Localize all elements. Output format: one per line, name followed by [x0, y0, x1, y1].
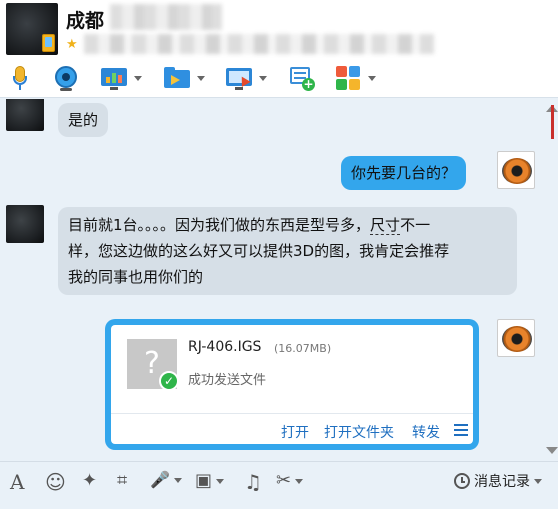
- video-call-button[interactable]: [52, 62, 80, 94]
- chevron-down-icon[interactable]: [259, 75, 267, 81]
- music-icon[interactable]: ♫: [244, 470, 262, 494]
- chevron-down-icon[interactable]: [534, 478, 542, 484]
- apps-button[interactable]: [334, 62, 376, 94]
- forward-link[interactable]: 转发: [412, 422, 440, 442]
- microphone-icon: [6, 64, 34, 92]
- mobile-online-icon: [42, 34, 55, 52]
- success-check-icon: ✓: [159, 371, 179, 391]
- shake-window-icon[interactable]: ✦: [82, 470, 97, 492]
- file-name[interactable]: RJ-406.IGS: [188, 339, 261, 355]
- open-folder-link[interactable]: 打开文件夹: [324, 422, 394, 442]
- message-line: 样，您这边做的这么好又可以提供3D的图，我肯定会推荐: [68, 242, 450, 260]
- message-bubble-incoming[interactable]: 是的: [58, 103, 109, 137]
- message-line: 目前就1台。。。。因为我们做的东西是型号多，尺寸不一: [68, 216, 431, 235]
- file-actions: 打开 打开文件夹 转发: [111, 413, 473, 444]
- message-text: 你先要几台的？: [351, 164, 457, 182]
- chevron-down-icon[interactable]: [368, 75, 376, 81]
- chevron-down-icon[interactable]: [134, 75, 142, 81]
- image-icon: ▣: [195, 470, 213, 491]
- scissors-icon: ✂: [276, 470, 292, 491]
- screenshot-icon[interactable]: ⌗: [117, 470, 127, 492]
- send-image-button[interactable]: ▣: [195, 470, 225, 492]
- redacted-signature: [84, 34, 434, 54]
- voice-message-button[interactable]: 🎤: [150, 470, 182, 492]
- folder-send-icon: [163, 64, 191, 92]
- open-file-link[interactable]: 打开: [281, 422, 309, 442]
- voice-call-button[interactable]: [6, 62, 34, 94]
- webcam-icon: [52, 64, 80, 92]
- more-menu-icon[interactable]: [454, 424, 468, 436]
- note-add-icon: +: [288, 64, 316, 92]
- star-icon[interactable]: ★: [66, 37, 78, 52]
- contact-avatar[interactable]: [6, 99, 44, 131]
- history-label: 消息记录: [474, 474, 530, 490]
- share-screen-button[interactable]: [100, 62, 142, 94]
- apps-grid-icon: [334, 64, 362, 92]
- chevron-down-icon[interactable]: [216, 478, 225, 484]
- chevron-down-icon[interactable]: [173, 478, 182, 483]
- chat-header: 成都 ★: [0, 0, 558, 58]
- create-discussion-button[interactable]: +: [288, 62, 316, 94]
- misspelling-underline: 尺寸: [370, 216, 401, 235]
- screen-share-icon: [100, 64, 128, 92]
- chat-toolbar: +: [0, 58, 558, 98]
- message-bubble-outgoing[interactable]: 你先要几台的？: [341, 156, 467, 190]
- contact-avatar[interactable]: [6, 205, 44, 243]
- message-list[interactable]: 是的 你先要几台的？ 目前就1台。。。。因为我们做的东西是型号多，尺寸不一 样，…: [0, 99, 558, 460]
- scroll-position-marker: [551, 105, 554, 139]
- file-transfer-card[interactable]: ? ✓ RJ-406.IGS (16.07MB) 成功发送文件 打开 打开文件夹…: [105, 319, 479, 450]
- chevron-down-icon[interactable]: [295, 478, 304, 484]
- scrollbar[interactable]: [542, 99, 558, 460]
- scroll-down-arrow-icon[interactable]: [546, 447, 558, 454]
- chevron-down-icon[interactable]: [197, 75, 205, 81]
- contact-name[interactable]: 成都: [66, 6, 104, 33]
- file-card-body: ? ✓ RJ-406.IGS (16.07MB) 成功发送文件 打开 打开文件夹…: [111, 325, 473, 444]
- remote-desktop-icon: [225, 64, 253, 92]
- my-avatar[interactable]: [497, 319, 535, 357]
- emoji-icon[interactable]: ☺: [45, 470, 66, 494]
- message-history-button[interactable]: 消息记录: [454, 471, 542, 491]
- my-avatar[interactable]: [497, 151, 535, 189]
- microphone-icon: 🎤: [150, 470, 170, 489]
- message-line: 我的同事也用你们的: [68, 268, 204, 286]
- remote-desktop-button[interactable]: [225, 62, 267, 94]
- screenshot-tool-button[interactable]: ✂: [276, 470, 304, 492]
- message-text: 是的: [68, 111, 99, 129]
- file-status: 成功发送文件: [188, 373, 267, 388]
- redacted-name: [110, 4, 222, 30]
- clock-icon: [454, 473, 470, 489]
- input-toolbar: A ☺ ✦ ⌗ 🎤 ▣ ♫ ✂ 消息记录: [0, 461, 558, 499]
- contact-avatar[interactable]: [6, 3, 58, 55]
- font-icon[interactable]: A: [10, 470, 24, 494]
- file-size: (16.07MB): [274, 342, 332, 355]
- message-bubble-incoming[interactable]: 目前就1台。。。。因为我们做的东西是型号多，尺寸不一 样，您这边做的这么好又可以…: [58, 207, 517, 295]
- send-file-button[interactable]: [163, 62, 205, 94]
